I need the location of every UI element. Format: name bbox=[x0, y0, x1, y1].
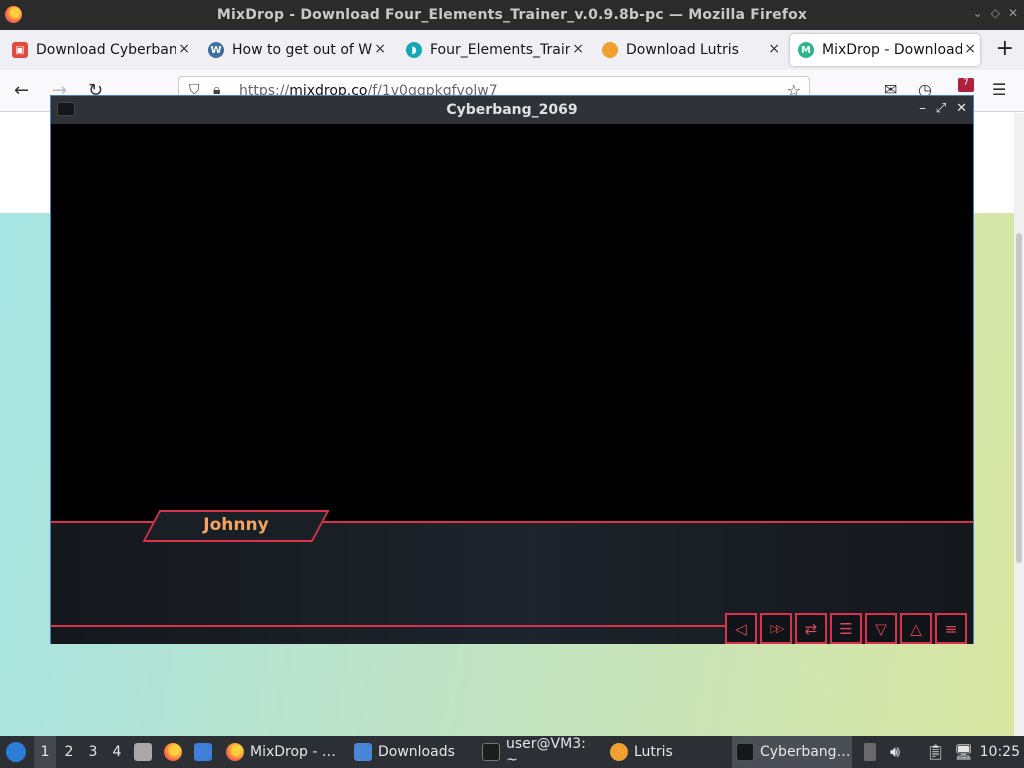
auto-button[interactable]: ⇄ bbox=[795, 613, 827, 644]
minimize-icon[interactable]: ⌄ bbox=[973, 6, 983, 20]
restore-icon[interactable]: ◇ bbox=[991, 6, 1000, 20]
mixdrop-icon: M bbox=[798, 42, 814, 58]
firefox-launcher[interactable] bbox=[164, 736, 188, 768]
scroll-indicator-icon bbox=[864, 743, 876, 761]
task-downloads[interactable]: Downloads bbox=[350, 736, 470, 768]
save-icon: ▽ bbox=[875, 619, 887, 638]
quick-menu: ◁ ▷▷ ⇄ ☰ ▽ △ ≡ bbox=[725, 613, 967, 644]
tab-download-cyberbang[interactable]: ▣ Download Cyberbang × bbox=[4, 34, 194, 66]
files-icon bbox=[134, 743, 152, 761]
scrollbar-thumb[interactable] bbox=[1016, 233, 1022, 563]
close-icon[interactable]: ✕ bbox=[956, 101, 967, 116]
volume-icon: 🔊︎ bbox=[890, 742, 901, 761]
clipboard-control[interactable]: 📋︎ bbox=[926, 736, 945, 768]
taskbar: 1 2 3 4 MixDrop - … Downloads user@VM3: … bbox=[0, 736, 1024, 768]
network-control[interactable]: 🖥︎ bbox=[954, 736, 973, 768]
clipboard-icon: 📋︎ bbox=[926, 743, 946, 761]
browser-window-title: MixDrop - Download Four_Elements_Trainer… bbox=[216, 7, 808, 23]
lutris-icon bbox=[610, 743, 628, 761]
history-icon: ☰ bbox=[839, 619, 853, 638]
network-icon: 🖥︎ bbox=[954, 743, 974, 761]
tab-mixdrop[interactable]: M MixDrop - Download × bbox=[790, 34, 980, 66]
extension-badge: 7 bbox=[958, 78, 974, 92]
tab-close-icon[interactable]: × bbox=[964, 41, 976, 57]
clock[interactable]: 10:25 bbox=[980, 736, 1020, 768]
page-scrollbar[interactable] bbox=[1014, 113, 1024, 736]
minimize-icon[interactable]: – bbox=[919, 101, 926, 116]
speaker-name: Johnny bbox=[203, 515, 269, 535]
menu-icon[interactable]: ☰ bbox=[992, 80, 1006, 99]
save-button[interactable]: ▽ bbox=[865, 613, 897, 644]
maximize-icon[interactable]: ⤢ bbox=[936, 101, 946, 116]
tab-four-elements[interactable]: ◗ Four_Elements_Traine × bbox=[398, 34, 588, 66]
back-button[interactable]: ◁ bbox=[725, 613, 757, 644]
settings-button[interactable]: ≡ bbox=[935, 613, 967, 644]
file-manager-launcher[interactable] bbox=[134, 736, 158, 768]
tab-close-icon[interactable]: × bbox=[572, 41, 584, 57]
tab-how-to[interactable]: W How to get out of Wi × bbox=[200, 34, 390, 66]
folder-icon bbox=[354, 743, 372, 761]
workspace-1[interactable]: 1 bbox=[34, 736, 56, 768]
tab-close-icon[interactable]: × bbox=[374, 41, 386, 57]
auto-icon: ⇄ bbox=[804, 619, 818, 638]
load-icon: △ bbox=[910, 619, 922, 638]
back-arrow-icon[interactable]: ← bbox=[14, 80, 29, 101]
tray-scroll[interactable] bbox=[864, 736, 876, 768]
lutris-icon bbox=[602, 42, 618, 58]
desktop-launcher[interactable] bbox=[194, 736, 218, 768]
task-terminal[interactable]: user@VM3: ~ bbox=[478, 736, 598, 768]
start-menu-icon bbox=[6, 742, 26, 762]
game-icon bbox=[736, 743, 754, 761]
browser-window-controls: ⌄ ◇ ✕ bbox=[973, 6, 1018, 20]
history-button[interactable]: ☰ bbox=[830, 613, 862, 644]
game-titlebar[interactable]: Cyberbang_2069 – ⤢ ✕ bbox=[51, 96, 973, 124]
back-icon: ◁ bbox=[735, 619, 747, 638]
skip-icon: ▷▷ bbox=[770, 622, 785, 635]
drive-icon: ◗ bbox=[406, 42, 422, 58]
settings-icon: ≡ bbox=[944, 619, 958, 638]
firefox-icon bbox=[226, 743, 244, 761]
load-button[interactable]: △ bbox=[900, 613, 932, 644]
workspace-2[interactable]: 2 bbox=[58, 736, 80, 768]
tab-strip: ▣ Download Cyberbang × W How to get out … bbox=[0, 30, 1024, 70]
wordpress-icon: W bbox=[208, 42, 224, 58]
desktop-icon bbox=[194, 743, 212, 761]
task-lutris[interactable]: Lutris bbox=[606, 736, 726, 768]
game-stage[interactable]: Johnny ◁ ▷▷ ⇄ ☰ ▽ △ ≡ bbox=[51, 124, 973, 644]
dialogue-bottom-line bbox=[51, 625, 729, 627]
workspace-3[interactable]: 3 bbox=[82, 736, 104, 768]
workspace-4[interactable]: 4 bbox=[106, 736, 128, 768]
game-window-controls: – ⤢ ✕ bbox=[919, 101, 967, 116]
game-window: Cyberbang_2069 – ⤢ ✕ Johnny ◁ ▷▷ ⇄ ☰ ▽ △… bbox=[50, 95, 974, 644]
firefox-icon bbox=[164, 743, 182, 761]
skip-button[interactable]: ▷▷ bbox=[760, 613, 792, 644]
close-icon[interactable]: ✕ bbox=[1008, 6, 1018, 20]
tab-download-lutris[interactable]: Download Lutris × bbox=[594, 34, 784, 66]
game-window-title: Cyberbang_2069 bbox=[446, 102, 578, 118]
tab-close-icon[interactable]: × bbox=[768, 41, 780, 57]
tab-close-icon[interactable]: × bbox=[178, 41, 190, 57]
task-firefox[interactable]: MixDrop - … bbox=[222, 736, 342, 768]
new-tab-button[interactable]: + bbox=[996, 38, 1014, 60]
game-icon: ▣ bbox=[12, 42, 28, 58]
start-menu-button[interactable] bbox=[4, 736, 28, 768]
volume-control[interactable]: 🔊︎ bbox=[890, 736, 900, 768]
browser-titlebar: MixDrop - Download Four_Elements_Trainer… bbox=[0, 0, 1024, 30]
task-cyberbang[interactable]: Cyberbang… bbox=[732, 736, 852, 768]
terminal-icon bbox=[482, 743, 500, 761]
